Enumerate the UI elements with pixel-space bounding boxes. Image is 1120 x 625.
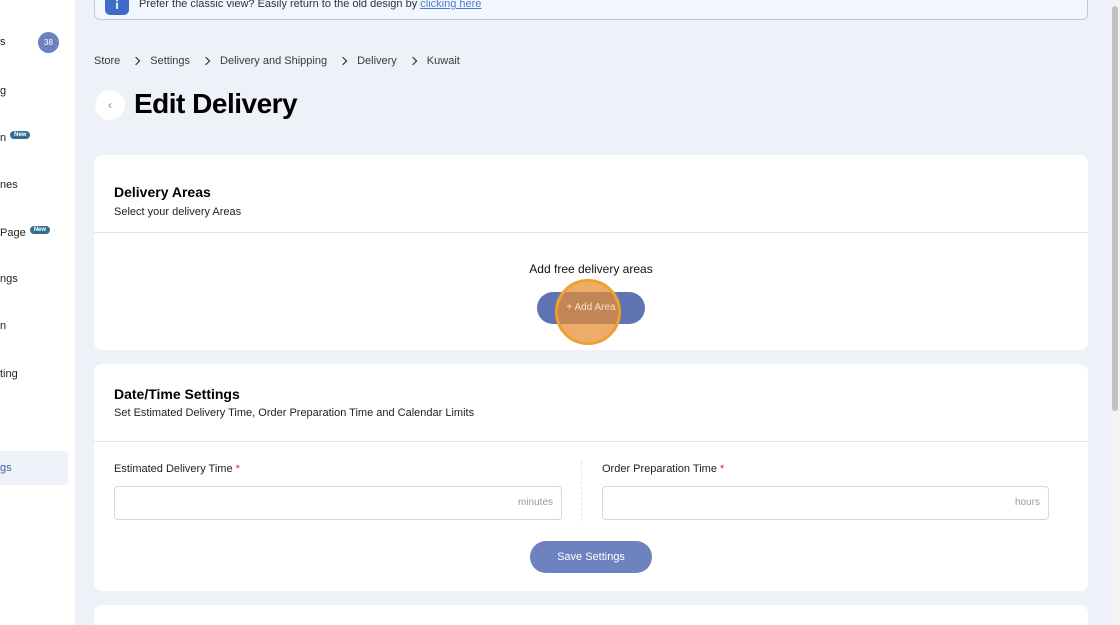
classic-view-banner: i Prefer the classic view? Easily return… <box>94 0 1088 20</box>
divider <box>94 232 1088 233</box>
back-button[interactable]: ‹ <box>95 90 125 120</box>
order-preparation-field[interactable]: hours <box>602 486 1049 520</box>
unit-label: minutes <box>517 497 553 508</box>
sidebar-item[interactable]: n <box>0 320 6 332</box>
column-divider <box>581 461 582 521</box>
sidebar-item-label: Page <box>0 227 26 239</box>
sidebar-item-label: g <box>0 85 7 97</box>
sidebar-item[interactable]: Page New <box>0 226 51 239</box>
order-preparation-label: Order Preparation Time * <box>602 463 724 475</box>
section-subtitle: Set Estimated Delivery Time, Order Prepa… <box>114 407 475 419</box>
estimated-delivery-label: Estimated Delivery Time * <box>114 463 240 475</box>
estimated-delivery-field[interactable]: minutes <box>114 486 562 520</box>
chevron-right-icon <box>408 56 418 66</box>
sidebar-item[interactable]: ting <box>0 368 18 380</box>
field-label-text: Estimated Delivery Time <box>114 463 233 475</box>
info-icon: i <box>105 0 129 15</box>
sidebar-item-active[interactable]: gs <box>0 451 68 485</box>
chevron-right-icon <box>338 56 348 66</box>
sidebar-item-label: gs <box>0 462 12 474</box>
field-label-text: Order Preparation Time <box>602 463 717 475</box>
chevron-left-icon: ‹ <box>108 98 112 112</box>
divider <box>94 441 1088 442</box>
sidebar: s 38 g n New nes Page New ngs n ting gs <box>0 0 75 625</box>
delivery-areas-card: Delivery Areas Select your delivery Area… <box>94 155 1088 350</box>
required-marker: * <box>719 463 725 475</box>
sidebar-item-label: n <box>0 132 7 144</box>
estimated-delivery-input[interactable] <box>115 487 561 519</box>
breadcrumb-store[interactable]: Store <box>94 55 120 67</box>
count-badge: 38 <box>38 32 59 53</box>
section-subtitle: Select your delivery Areas <box>114 206 242 218</box>
order-preparation-input[interactable] <box>603 487 1048 519</box>
sidebar-item-label: nes <box>0 179 18 191</box>
sidebar-item-label: n <box>0 320 7 332</box>
breadcrumb-kuwait: Kuwait <box>426 55 460 67</box>
banner-text: Prefer the classic view? Easily return t… <box>139 0 481 10</box>
sidebar-item[interactable]: nes <box>0 179 18 191</box>
sidebar-item[interactable]: n New <box>0 131 31 144</box>
chevron-right-icon <box>201 56 211 66</box>
sidebar-item-label: s <box>0 36 6 48</box>
section-title: Date/Time Settings <box>114 386 240 402</box>
banner-message: Prefer the classic view? Easily return t… <box>139 0 421 10</box>
page-title: Edit Delivery <box>134 88 298 119</box>
save-settings-button[interactable]: Save Settings <box>530 541 652 573</box>
scrollbar-thumb[interactable] <box>1112 6 1118 411</box>
sidebar-item[interactable]: g <box>0 85 6 97</box>
chevron-right-icon <box>132 56 141 66</box>
classic-view-link[interactable]: clicking here <box>420 0 481 10</box>
sidebar-item-label: ting <box>0 368 18 380</box>
breadcrumb-delivery-shipping[interactable]: Delivery and Shipping <box>220 55 327 67</box>
sidebar-item-label: ngs <box>0 273 18 285</box>
new-badge: New <box>29 226 51 234</box>
next-section-card <box>94 605 1088 625</box>
breadcrumb: Store Settings Delivery and Shipping Del… <box>94 55 460 67</box>
sidebar-item[interactable]: s <box>0 36 6 48</box>
breadcrumb-delivery[interactable]: Delivery <box>357 55 397 67</box>
breadcrumb-settings[interactable]: Settings <box>150 55 190 67</box>
sidebar-item[interactable]: ngs <box>0 273 18 285</box>
empty-areas-text: Add free delivery areas <box>529 262 653 276</box>
unit-label: hours <box>1014 497 1040 508</box>
page-scrollbar[interactable] <box>1110 0 1120 625</box>
datetime-settings-card: Date/Time Settings Set Estimated Deliver… <box>94 364 1088 591</box>
section-title: Delivery Areas <box>114 184 211 200</box>
add-area-label[interactable]: + Add Area <box>537 292 645 324</box>
new-badge: New <box>10 131 31 139</box>
required-marker: * <box>235 463 240 475</box>
